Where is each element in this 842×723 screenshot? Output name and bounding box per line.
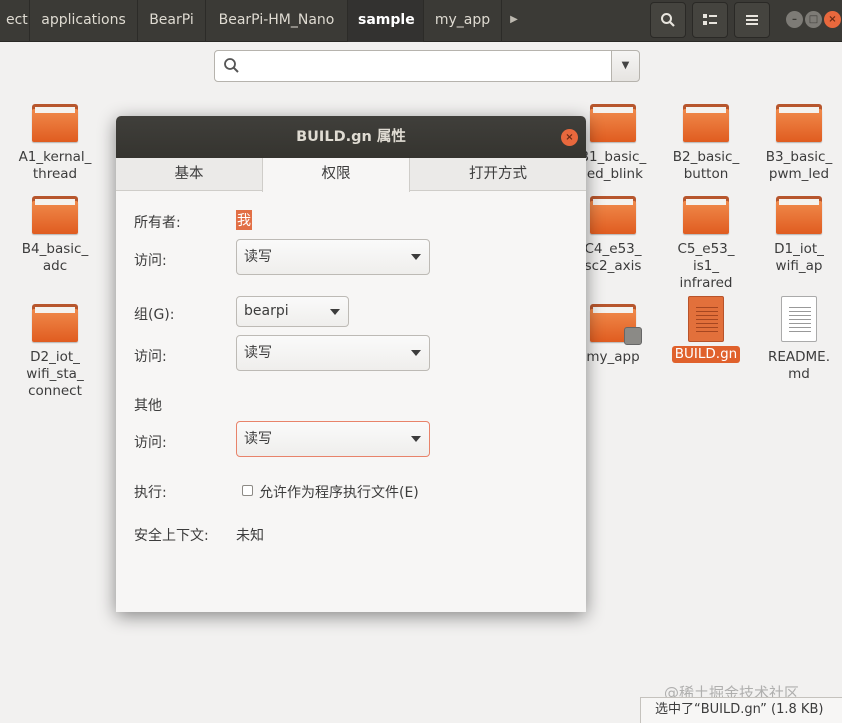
dialog-tabs: 基本 权限 打开方式 bbox=[116, 158, 586, 192]
group-label: 组(G): bbox=[134, 307, 175, 323]
owner-access-value: 读写 bbox=[244, 249, 272, 265]
folder-icon bbox=[32, 104, 78, 142]
file-label: C5_e53_ is1_ infrared bbox=[677, 241, 735, 291]
owner-value: 我 bbox=[236, 210, 252, 230]
owner-label: 所有者: bbox=[134, 215, 181, 231]
folder-icon bbox=[590, 196, 636, 234]
folder-item[interactable]: B2_basic_ button bbox=[661, 104, 751, 183]
crumb-my-app[interactable]: my_app bbox=[424, 0, 502, 42]
crumb-applications[interactable]: applications bbox=[30, 0, 138, 42]
file-label: B2_basic_ button bbox=[672, 149, 740, 182]
status-bar: 选中了“BUILD.gn” (1.8 KB) bbox=[640, 697, 842, 723]
dialog-title: BUILD.gn 属性 bbox=[296, 129, 406, 145]
lock-icon bbox=[624, 327, 642, 345]
group-access-select[interactable]: 读写 bbox=[236, 335, 430, 371]
folder-item[interactable]: D2_iot_ wifi_sta_ connect bbox=[10, 304, 100, 400]
properties-dialog: BUILD.gn 属性 × 基本 权限 打开方式 所有者: 我 访问: 读写 组… bbox=[116, 116, 586, 612]
hamburger-menu-icon bbox=[746, 15, 758, 25]
crumb-sample[interactable]: sample bbox=[348, 0, 424, 42]
group-access-value: 读写 bbox=[244, 345, 272, 361]
folder-icon bbox=[32, 196, 78, 234]
owner-access-select[interactable]: 读写 bbox=[236, 239, 430, 275]
crumb-overflow-arrow-icon[interactable]: ▶ bbox=[502, 0, 526, 42]
dropdown-arrow-icon bbox=[411, 350, 421, 356]
group-value: bearpi bbox=[244, 303, 289, 319]
file-label: B4_basic_ adc bbox=[21, 241, 89, 274]
folder-icon bbox=[590, 104, 636, 142]
others-access-label: 访问: bbox=[134, 435, 167, 451]
crumb-bearpi-hm-nano[interactable]: BearPi-HM_Nano bbox=[206, 0, 348, 42]
file-label: B3_basic_ pwm_led bbox=[765, 149, 833, 182]
security-context-value: 未知 bbox=[236, 528, 264, 544]
close-icon[interactable]: × bbox=[561, 129, 578, 146]
others-access-select[interactable]: 读写 bbox=[236, 421, 430, 457]
owner-access-label: 访问: bbox=[134, 253, 167, 269]
search-options-dropdown[interactable]: ▼ bbox=[611, 50, 640, 82]
execute-label: 执行: bbox=[134, 485, 167, 501]
tab-open-with[interactable]: 打开方式 bbox=[410, 158, 586, 191]
file-item-selected[interactable]: BUILD.gn bbox=[661, 296, 751, 363]
folder-icon bbox=[776, 196, 822, 234]
execute-checkbox[interactable] bbox=[242, 485, 253, 496]
text-file-icon bbox=[781, 296, 817, 342]
folder-icon bbox=[683, 104, 729, 142]
menu-button[interactable] bbox=[734, 2, 770, 38]
maximize-window-icon[interactable]: □ bbox=[805, 11, 822, 28]
folder-item[interactable]: D1_iot_ wifi_ap bbox=[754, 196, 842, 275]
security-context-label: 安全上下文: bbox=[134, 528, 209, 544]
search-input[interactable] bbox=[214, 50, 612, 82]
group-access-label: 访问: bbox=[134, 349, 167, 365]
crumb-project[interactable]: ect bbox=[0, 0, 30, 42]
folder-icon bbox=[590, 304, 642, 345]
search-field-icon bbox=[224, 58, 239, 73]
tab-basic[interactable]: 基本 bbox=[116, 158, 262, 191]
folder-icon bbox=[683, 196, 729, 234]
close-window-icon[interactable]: × bbox=[824, 11, 841, 28]
dropdown-arrow-icon bbox=[411, 254, 421, 260]
file-label: BUILD.gn bbox=[671, 346, 741, 363]
chevron-down-icon: ▼ bbox=[621, 60, 630, 71]
folder-item[interactable]: B3_basic_ pwm_led bbox=[754, 104, 842, 183]
dialog-titlebar[interactable]: BUILD.gn 属性 × bbox=[116, 116, 586, 158]
folder-icon bbox=[32, 304, 78, 342]
view-toggle-icon bbox=[703, 14, 717, 25]
minimize-window-icon[interactable]: – bbox=[786, 11, 803, 28]
view-toggle-button[interactable] bbox=[692, 2, 728, 38]
tab-permissions[interactable]: 权限 bbox=[262, 158, 410, 192]
file-label: A1_kernal_ thread bbox=[18, 149, 92, 182]
file-item[interactable]: README. md bbox=[754, 296, 842, 383]
execute-checkbox-label[interactable]: 允许作为程序执行文件(E) bbox=[259, 482, 419, 502]
search-icon bbox=[661, 13, 675, 27]
crumb-bearpi[interactable]: BearPi bbox=[138, 0, 206, 42]
others-access-value: 读写 bbox=[244, 431, 272, 447]
dropdown-arrow-icon bbox=[411, 436, 421, 442]
file-label: README. md bbox=[767, 349, 830, 382]
folder-item[interactable]: B4_basic_ adc bbox=[10, 196, 100, 275]
folder-item[interactable]: C5_e53_ is1_ infrared bbox=[661, 196, 751, 292]
file-label: D2_iot_ wifi_sta_ connect bbox=[26, 349, 84, 399]
folder-icon bbox=[776, 104, 822, 142]
group-select[interactable]: bearpi bbox=[236, 296, 349, 327]
others-heading: 其他 bbox=[134, 398, 162, 414]
path-bar: ect applications BearPi BearPi-HM_Nano s… bbox=[0, 0, 842, 42]
folder-item[interactable]: A1_kernal_ thread bbox=[10, 104, 100, 183]
text-file-icon bbox=[688, 296, 724, 342]
dropdown-arrow-icon bbox=[330, 309, 340, 315]
search-button[interactable] bbox=[650, 2, 686, 38]
file-label: D1_iot_ wifi_ap bbox=[774, 241, 824, 274]
